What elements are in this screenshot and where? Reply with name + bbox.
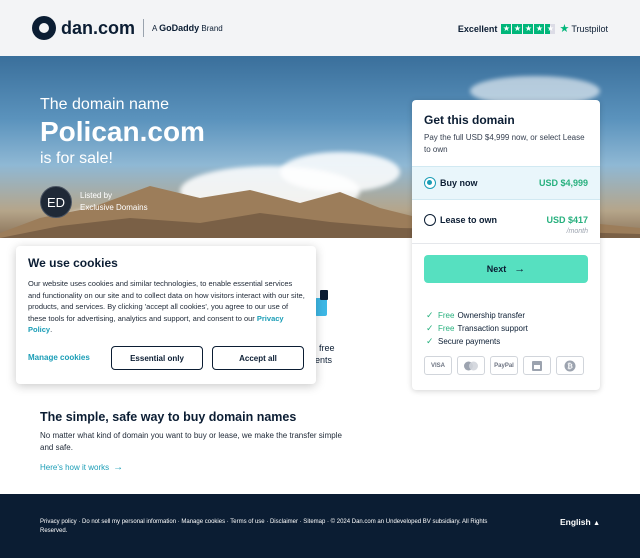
trustpilot-rating[interactable]: Excellent ★ ★ ★ ★ ★ ★ Trustpilot <box>458 22 608 35</box>
bank-transfer-icon <box>523 356 551 375</box>
site-footer: Privacy policy · Do not sell my personal… <box>0 494 640 558</box>
dan-logo-icon <box>32 16 56 40</box>
manage-cookies-link[interactable]: Manage cookies <box>28 353 90 362</box>
trust-label: Excellent <box>457 23 498 34</box>
section-body: No matter what kind of domain you want t… <box>40 431 342 452</box>
half-star-icon: ★ <box>545 23 556 34</box>
seller-text: Listed by Exclusive Domains <box>80 190 148 214</box>
trustpilot-star-icon: ★ <box>559 23 570 35</box>
feature-list: ✓ Free Ownership transfer ✓ Free Transac… <box>426 309 528 348</box>
obscured-line: ents <box>315 355 333 365</box>
caret-up-icon: ▲ <box>593 520 600 527</box>
how-it-works-link[interactable]: Here's how it works → <box>40 462 123 473</box>
seller-prefix: Listed by <box>80 191 113 200</box>
next-button[interactable]: Next → <box>424 255 588 283</box>
lease-to-own-label: Lease to own <box>440 215 498 225</box>
essential-only-button[interactable]: Essential only <box>111 346 203 370</box>
seller-avatar: ED <box>40 186 72 218</box>
logo-text: dan.com <box>61 17 136 38</box>
feature-text: Secure payments <box>438 337 501 346</box>
seller-info[interactable]: ED Listed by Exclusive Domains <box>40 186 148 218</box>
arrow-right-icon: → <box>113 462 124 473</box>
star-icon: ★ <box>534 23 545 34</box>
feature-item: ✓ Secure payments <box>426 335 528 348</box>
accept-all-button[interactable]: Accept all <box>212 346 304 370</box>
lease-price: USD $417 <box>546 215 588 225</box>
svg-text:₿: ₿ <box>567 362 573 370</box>
footer-links[interactable]: Privacy policy · Do not sell my personal… <box>40 518 490 536</box>
language-selector[interactable]: English ▲ <box>560 517 600 527</box>
trustpilot-logo: ★ Trustpilot <box>559 22 608 35</box>
feature-highlight: Free <box>438 324 455 333</box>
brand-name: GoDaddy <box>159 23 200 33</box>
feature-text: Ownership transfer <box>457 311 526 320</box>
bitcoin-icon: ₿ <box>556 356 584 375</box>
cookie-body: Our website uses cookies and similar tec… <box>28 278 306 336</box>
dan-logo[interactable]: dan.com A GoDaddy Brand <box>32 16 223 40</box>
feature-item: ✓ Free Ownership transfer <box>426 309 528 322</box>
purchase-card: Get this domain Pay the full USD $4,999 … <box>412 100 600 390</box>
check-icon: ✓ <box>426 310 434 320</box>
trust-stars: ★ ★ ★ ★ ★ <box>501 23 556 34</box>
lease-period: /month <box>566 228 588 235</box>
feature-item: ✓ Free Transaction support <box>426 322 528 335</box>
check-icon: ✓ <box>426 323 434 333</box>
cookie-title: We use cookies <box>28 256 118 270</box>
obscured-feature-text: free ents <box>315 342 335 366</box>
site-header: dan.com A GoDaddy Brand Excellent ★ ★ ★ … <box>0 0 640 56</box>
star-icon: ★ <box>512 23 523 34</box>
arrow-right-icon: → <box>514 263 526 275</box>
feature-text: Transaction support <box>457 324 528 333</box>
cookie-banner: We use cookies Our website uses cookies … <box>16 246 316 384</box>
cookie-text-end: . <box>50 325 53 334</box>
buy-now-label: Buy now <box>440 178 478 188</box>
seller-name: Exclusive Domains <box>80 203 148 212</box>
card-title: Get this domain <box>424 113 515 127</box>
payment-methods: VISA PayPal ₿ <box>424 356 584 375</box>
obscured-line: free <box>319 343 335 353</box>
brand-prefix: A <box>152 24 157 33</box>
buy-now-price: USD $4,999 <box>538 178 588 188</box>
section-title: The simple, safe way to buy domain names <box>40 410 297 424</box>
logo-divider <box>143 19 145 37</box>
star-icon: ★ <box>523 23 534 34</box>
card-subtitle: Pay the full USD $4,999 now, or select L… <box>424 133 585 154</box>
hero-pre-text: The domain name <box>40 96 169 113</box>
feature-highlight: Free <box>438 311 455 320</box>
lease-to-own-radio[interactable] <box>424 214 436 226</box>
language-label: English <box>559 517 591 527</box>
check-icon: ✓ <box>426 336 434 346</box>
brand-suffix: Brand <box>201 24 223 33</box>
hero-post-text: is for sale! <box>40 150 113 167</box>
next-label: Next <box>486 264 507 274</box>
mastercard-icon <box>457 356 485 375</box>
how-it-works-label: Here's how it works <box>40 463 110 472</box>
visa-icon: VISA <box>424 356 452 375</box>
paypal-icon: PayPal <box>490 356 518 375</box>
domain-name: Polican.com <box>40 116 205 147</box>
lease-to-own-option[interactable]: Lease to own USD $417 /month <box>412 200 600 244</box>
godaddy-brand: A GoDaddy Brand <box>152 23 223 33</box>
buy-now-option[interactable]: Buy now USD $4,999 <box>412 166 600 200</box>
trustpilot-text: Trustpilot <box>571 23 608 34</box>
star-icon: ★ <box>501 23 512 34</box>
buy-now-radio[interactable] <box>424 177 436 189</box>
